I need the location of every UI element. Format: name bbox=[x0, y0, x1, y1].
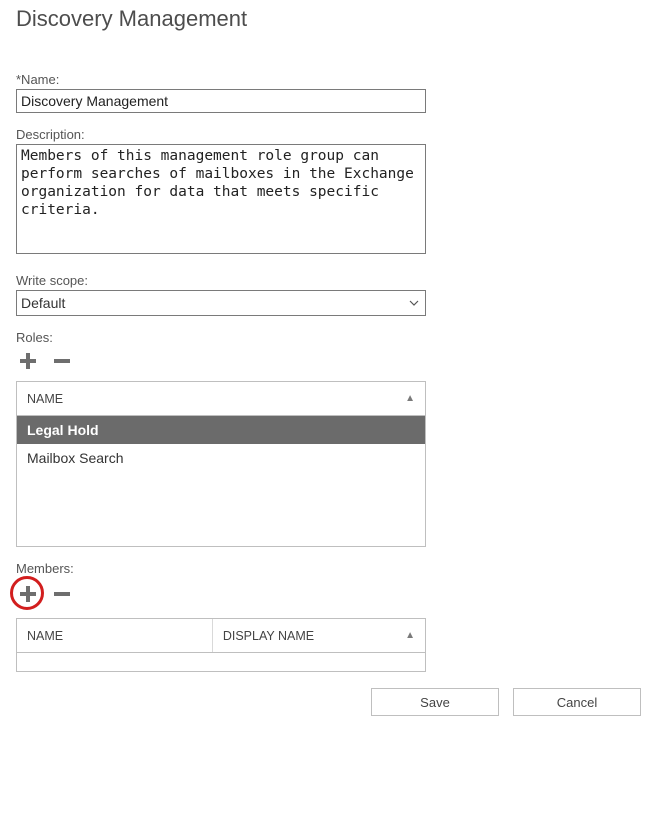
roles-remove-button[interactable] bbox=[50, 349, 74, 373]
write-scope-value: Default bbox=[21, 295, 65, 311]
roles-label: Roles: bbox=[16, 330, 641, 345]
plus-icon bbox=[17, 350, 39, 372]
members-column-display-name[interactable]: DISPLAY NAME ▲ bbox=[213, 619, 425, 652]
members-listbox: NAME DISPLAY NAME ▲ bbox=[16, 618, 426, 672]
save-button[interactable]: Save bbox=[371, 688, 499, 716]
name-label: *Name: bbox=[16, 72, 641, 87]
minus-icon bbox=[51, 583, 73, 605]
name-input[interactable] bbox=[16, 89, 426, 113]
members-remove-button[interactable] bbox=[50, 582, 74, 606]
cancel-button[interactable]: Cancel bbox=[513, 688, 641, 716]
roles-row-label: Legal Hold bbox=[27, 422, 99, 438]
members-column-name-label: NAME bbox=[27, 629, 63, 643]
minus-icon bbox=[51, 350, 73, 372]
chevron-down-icon bbox=[409, 298, 419, 308]
page-title: Discovery Management bbox=[16, 6, 641, 32]
roles-row[interactable]: Legal Hold bbox=[17, 416, 425, 444]
members-column-display-name-label: DISPLAY NAME bbox=[223, 629, 314, 643]
sort-asc-icon: ▲ bbox=[405, 393, 415, 404]
write-scope-label: Write scope: bbox=[16, 273, 641, 288]
roles-column-name[interactable]: NAME ▲ bbox=[17, 382, 425, 415]
description-textarea[interactable]: Members of this management role group ca… bbox=[16, 144, 426, 254]
members-label: Members: bbox=[16, 561, 641, 576]
description-label: Description: bbox=[16, 127, 641, 142]
members-column-name[interactable]: NAME bbox=[17, 619, 213, 652]
plus-icon bbox=[17, 583, 39, 605]
members-add-button[interactable] bbox=[16, 582, 40, 606]
roles-listbox: NAME ▲ Legal Hold Mailbox Search bbox=[16, 381, 426, 547]
roles-row[interactable]: Mailbox Search bbox=[17, 444, 425, 472]
members-column-header-row: NAME DISPLAY NAME ▲ bbox=[17, 619, 425, 653]
roles-column-header-row: NAME ▲ bbox=[17, 382, 425, 416]
roles-add-button[interactable] bbox=[16, 349, 40, 373]
roles-column-name-label: NAME bbox=[27, 392, 63, 406]
sort-asc-icon: ▲ bbox=[405, 630, 415, 641]
roles-row-label: Mailbox Search bbox=[27, 450, 124, 466]
write-scope-select[interactable]: Default bbox=[16, 290, 426, 316]
